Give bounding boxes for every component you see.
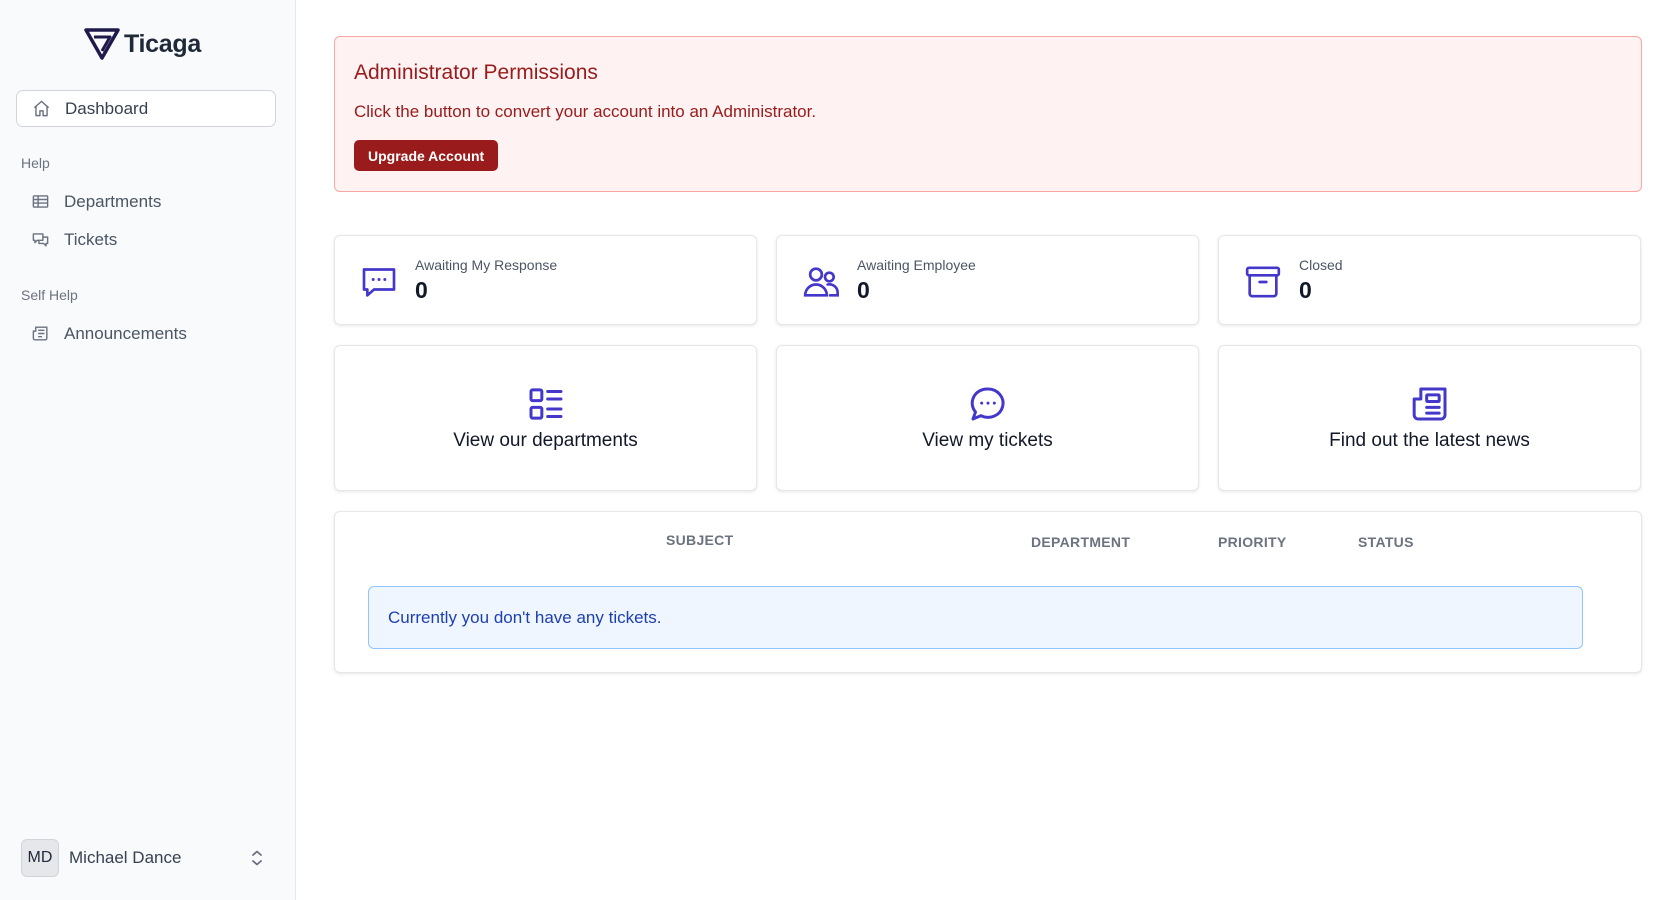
user-menu[interactable]: MD Michael Dance — [21, 839, 269, 877]
app-name: Ticaga — [124, 29, 201, 58]
column-header-status[interactable]: STATUS — [1358, 534, 1414, 550]
archive-icon — [1245, 266, 1281, 298]
view-tickets-card[interactable]: View my tickets — [776, 345, 1199, 491]
stat-card-closed: Closed 0 — [1218, 235, 1641, 325]
home-icon — [33, 100, 50, 117]
list-icon — [529, 388, 563, 420]
newspaper-icon — [1412, 387, 1447, 421]
sidebar-item-announcements[interactable]: Announcements — [16, 315, 276, 352]
alert-text: Click the button to convert your account… — [354, 102, 817, 121]
sidebar-item-departments[interactable]: Departments — [16, 183, 276, 220]
sidebar-item-tickets[interactable]: Tickets — [16, 221, 276, 258]
stat-value: 0 — [857, 277, 870, 303]
sidebar: Ticaga Dashboard Help Departments Ticket… — [0, 0, 296, 900]
sidebar-section-help: Help — [21, 155, 50, 171]
users-icon — [803, 267, 840, 297]
sidebar-item-label: Dashboard — [65, 98, 149, 118]
action-label: Find out the latest news — [1329, 430, 1530, 451]
chat-bubbles-icon — [32, 233, 49, 247]
empty-tickets-message: Currently you don't have any tickets. — [388, 608, 662, 627]
column-header-subject[interactable]: SUBJECT — [666, 532, 733, 548]
avatar: MD — [21, 839, 59, 877]
tickets-table: SUBJECT DEPARTMENT PRIORITY STATUS Curre… — [334, 511, 1642, 673]
newspaper-icon — [32, 326, 48, 341]
ticaga-logo-icon — [84, 28, 120, 60]
sidebar-section-self-help: Self Help — [21, 287, 78, 303]
stat-card-awaiting-my-response: Awaiting My Response 0 — [334, 235, 757, 325]
latest-news-card[interactable]: Find out the latest news — [1218, 345, 1641, 491]
sidebar-item-label: Announcements — [64, 323, 187, 343]
chat-bubble-icon — [970, 387, 1005, 421]
alert-title: Administrator Permissions — [354, 61, 598, 84]
upgrade-account-button[interactable]: Upgrade Account — [354, 140, 499, 171]
chat-dots-icon — [362, 268, 396, 297]
stat-label: Awaiting Employee — [857, 257, 976, 273]
view-departments-card[interactable]: View our departments — [334, 345, 757, 491]
stat-card-awaiting-employee: Awaiting Employee 0 — [776, 235, 1199, 325]
chevron-up-down-icon — [252, 850, 262, 866]
admin-permissions-alert: Administrator Permissions Click the butt… — [334, 36, 1642, 192]
stat-value: 0 — [415, 277, 428, 303]
stat-label: Closed — [1299, 257, 1343, 273]
stat-label: Awaiting My Response — [415, 257, 558, 273]
stat-value: 0 — [1299, 277, 1312, 303]
column-header-priority[interactable]: PRIORITY — [1218, 534, 1287, 550]
column-header-department[interactable]: DEPARTMENT — [1031, 534, 1130, 550]
sidebar-item-dashboard[interactable]: Dashboard — [16, 90, 276, 127]
user-name: Michael Dance — [69, 848, 182, 867]
table-icon — [32, 195, 49, 208]
app-logo[interactable]: Ticaga — [84, 26, 201, 62]
action-label: View my tickets — [922, 430, 1053, 451]
action-label: View our departments — [453, 430, 638, 451]
empty-tickets-notice: Currently you don't have any tickets. — [368, 586, 1583, 649]
sidebar-item-label: Departments — [64, 191, 162, 211]
sidebar-item-label: Tickets — [64, 229, 118, 249]
